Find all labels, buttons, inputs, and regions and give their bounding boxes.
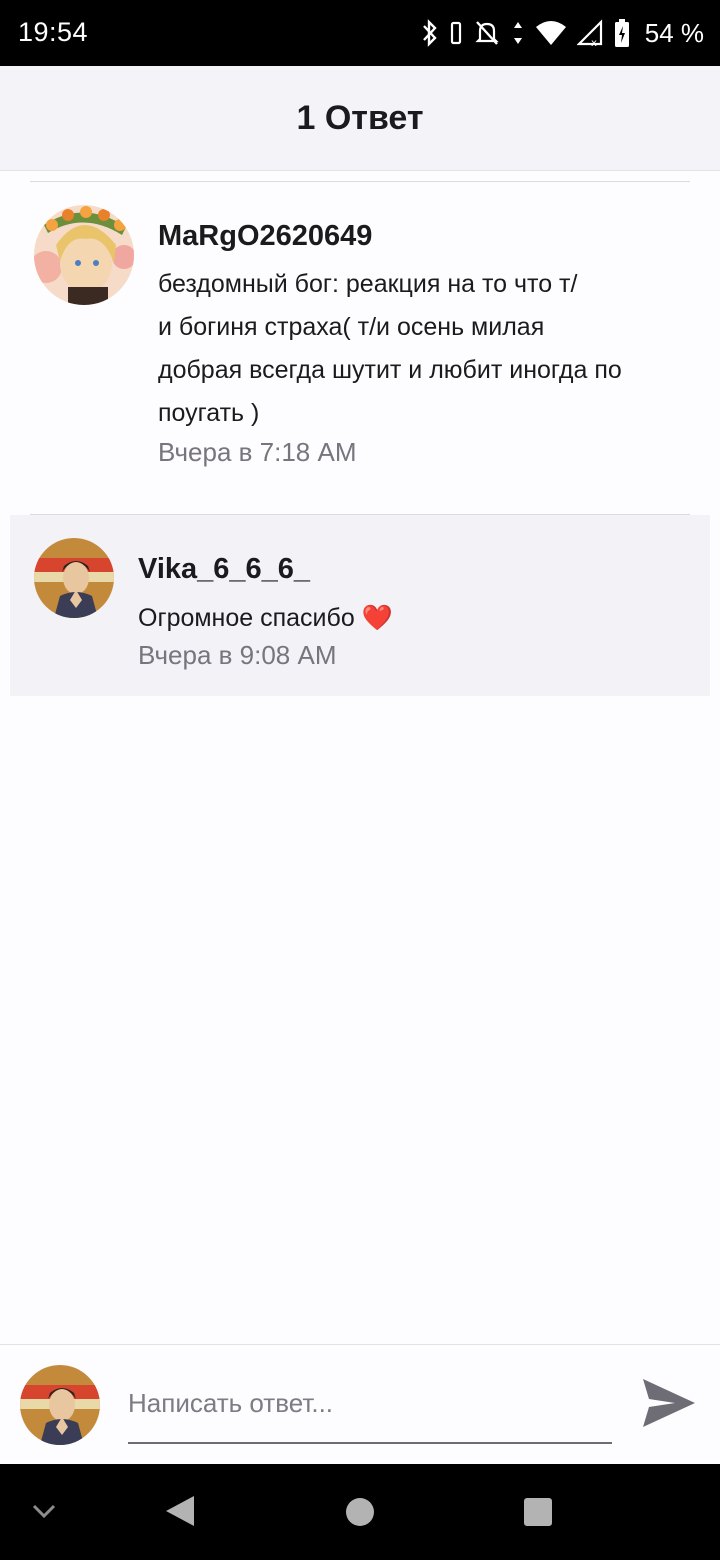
heart-emoji: ❤️ [361,604,393,632]
input-underline [128,1442,612,1444]
collapse-button[interactable] [30,1500,58,1522]
notifications-off-icon [473,18,501,48]
comment: MaRgO2620649 бездомный бог: реакция на т… [0,182,720,512]
avatar[interactable] [34,538,114,618]
reply-timestamp: Вчера в 9:08 AM [138,640,337,670]
comment-text-line: бездомный бог: реакция на то что т/ [158,270,578,298]
wifi-icon [535,18,567,48]
reply-author[interactable]: Vika_6_6_6_ [138,553,310,586]
recents-button[interactable] [523,1497,553,1527]
comment-timestamp: Вчера в 7:18 AM [158,437,357,467]
recents-icon [523,1498,553,1531]
back-button[interactable] [164,1494,196,1528]
battery-level: 54 % [644,17,704,48]
comment-text-line: и богиня страха( т/и осень милая [158,313,545,341]
reply-composer [0,1344,720,1465]
bluetooth-icon [421,18,439,48]
navigation-bar [0,1464,720,1560]
battery-charging-icon [613,17,631,49]
home-icon [345,1498,375,1531]
avatar[interactable] [34,205,134,305]
back-icon [164,1496,196,1532]
status-icons: x 54 % [421,14,704,52]
vibrate-icon [449,18,463,48]
send-button[interactable] [636,1375,702,1435]
status-time: 19:54 [18,17,89,47]
reply-card: Vika_6_6_6_ Огромное спасибо ❤️ Вчера в … [10,515,710,696]
comment-text-line: поугать ) [158,399,260,427]
reply-text-content: Огромное спасибо [138,604,355,632]
status-bar: 19:54 x 54 % [0,0,720,66]
reply-text: Огромное спасибо ❤️ [138,597,393,640]
current-user-avatar [20,1365,100,1445]
comment-author[interactable]: MaRgO2620649 [158,220,372,253]
svg-text:x: x [591,38,597,48]
data-arrows-icon [511,18,525,48]
chevron-down-icon [30,1504,58,1526]
page-title: 1 Ответ [296,98,424,137]
home-button[interactable] [345,1497,375,1527]
header: 1 Ответ [0,66,720,171]
reply-input[interactable] [128,1381,612,1425]
comment-text-line: добрая всегда шутит и любит иногда по [158,356,622,384]
cellular-signal-icon: x [576,18,603,48]
send-icon [641,1377,697,1434]
